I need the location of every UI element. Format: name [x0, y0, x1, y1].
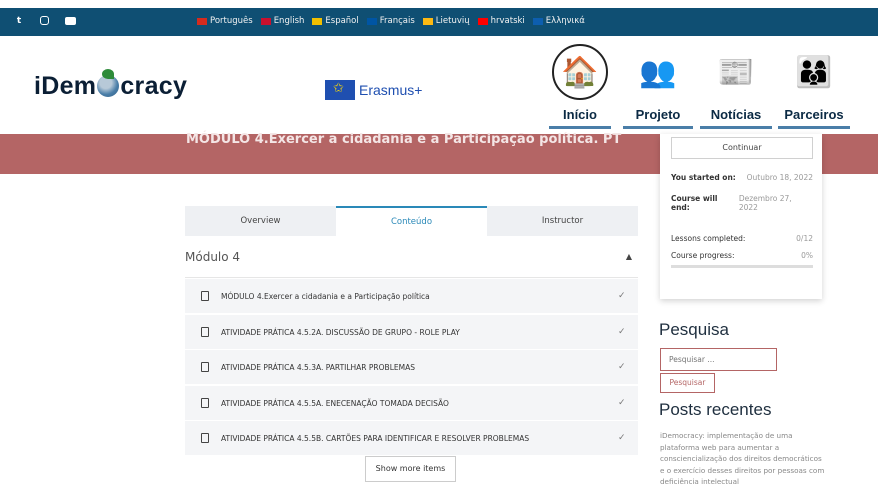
lesson-title: ATIVIDADE PRÁTICA 4.5.5B. CARTÕES PARA I…: [221, 433, 530, 443]
tab-instructor[interactable]: Instructor: [487, 206, 638, 236]
twitter-icon[interactable]: t: [14, 16, 24, 26]
logo-text-right: cracy: [120, 72, 188, 100]
lang-es[interactable]: Español: [312, 16, 359, 26]
caret-up-icon[interactable]: ▲: [626, 252, 632, 261]
nav-underline: [549, 126, 611, 129]
document-icon: [201, 398, 209, 408]
progress-bar: [671, 265, 813, 268]
lesson-item[interactable]: ATIVIDADE PRÁTICA 4.5.5B. CARTÕES PARA I…: [185, 421, 638, 456]
tab-conteudo[interactable]: Conteúdo: [336, 206, 487, 236]
partners-icon: 👨‍👩‍👦: [786, 44, 842, 100]
lang-pt[interactable]: Português: [197, 16, 253, 26]
progress-value: 0%: [801, 251, 813, 260]
nav-projeto[interactable]: 👥 Projeto: [623, 44, 693, 129]
check-icon: ✓: [618, 291, 626, 301]
document-icon: [201, 433, 209, 443]
nav-underline: [700, 126, 772, 129]
progress-label: Course progress:: [671, 251, 735, 260]
nav-inicio[interactable]: 🏠 Início: [549, 44, 611, 129]
started-row: You started on: Outubro 18, 2022: [671, 173, 813, 182]
team-meeting-icon: 👥: [630, 44, 686, 100]
tab-overview[interactable]: Overview: [185, 206, 336, 236]
lesson-item[interactable]: ATIVIDADE PRÁTICA 4.5.5A. ENECENAÇÃO TOM…: [185, 386, 638, 421]
document-icon: [201, 362, 209, 372]
end-label: Course will end:: [671, 194, 718, 212]
social-links: t: [14, 16, 76, 26]
check-icon: ✓: [618, 362, 626, 372]
newspaper-icon: 📰: [708, 44, 764, 100]
eu-flag-icon: [325, 80, 355, 100]
nav-parceiros[interactable]: 👨‍👩‍👦 Parceiros: [778, 44, 850, 129]
nav-underline: [778, 126, 850, 129]
lang-label: Ελληνικά: [545, 16, 585, 26]
module-header[interactable]: Módulo 4 ▲: [185, 236, 638, 278]
module-name: Módulo 4: [185, 249, 241, 264]
course-title: MÓDULO 4.Exercer a cidadania e a Partici…: [186, 132, 622, 147]
flag-icon: [477, 17, 488, 25]
lessons-value: 0/12: [796, 234, 813, 243]
recent-posts-heading: Posts recentes: [659, 400, 772, 419]
lang-el[interactable]: Ελληνικά: [532, 16, 585, 26]
lesson-item[interactable]: ATIVIDADE PRÁTICA 4.5.3A. PARTILHAR PROB…: [185, 350, 638, 385]
youtube-icon[interactable]: [65, 17, 76, 25]
started-label: You started on:: [671, 173, 736, 182]
lang-lt[interactable]: Lietuvių: [422, 16, 470, 26]
document-icon: [201, 291, 209, 301]
globe-icon: [97, 69, 120, 97]
document-icon: [201, 327, 209, 337]
end-value: Dezembro 27, 2022: [738, 194, 792, 212]
logo-text-left: iDem: [34, 72, 97, 100]
lang-hr[interactable]: hrvatski: [477, 16, 525, 26]
nav-label: Projeto: [635, 107, 681, 122]
lang-fr[interactable]: Français: [366, 16, 415, 26]
continue-button[interactable]: Continuar: [671, 137, 813, 159]
started-value: Outubro 18, 2022: [746, 173, 813, 182]
instagram-icon[interactable]: [40, 16, 49, 25]
end-row: Course will end: Dezembro 27, 2022: [671, 194, 813, 212]
lessons-label: Lessons completed:: [671, 234, 746, 243]
nav-noticias[interactable]: 📰 Notícias: [700, 44, 772, 129]
progress-row: Course progress: 0%: [671, 251, 813, 260]
flag-icon: [260, 17, 271, 25]
flag-icon: [422, 17, 433, 25]
lang-label: English: [273, 16, 305, 26]
flag-icon: [532, 17, 543, 25]
nav-underline: [623, 126, 693, 129]
check-icon: ✓: [618, 398, 626, 408]
flag-icon: [312, 17, 323, 25]
lang-en[interactable]: English: [260, 16, 305, 26]
nav-label: Início: [563, 107, 597, 122]
lesson-item[interactable]: ATIVIDADE PRÁTICA 4.5.2A. DISCUSSÃO DE G…: [185, 315, 638, 350]
nav-label: Parceiros: [784, 107, 844, 122]
search-button[interactable]: Pesquisar: [660, 373, 715, 393]
check-icon: ✓: [618, 433, 626, 443]
site-logo[interactable]: iDem cracy: [34, 69, 188, 101]
nav-label: Notícias: [710, 107, 762, 122]
flag-icon: [197, 17, 207, 25]
lessons-row: Lessons completed: 0/12: [671, 234, 813, 243]
house-icon: 🏠: [552, 44, 608, 100]
top-bar: t Português English Español Français Lie…: [0, 8, 878, 36]
lang-label: Français: [379, 16, 415, 26]
lesson-title: ATIVIDADE PRÁTICA 4.5.2A. DISCUSSÃO DE G…: [221, 327, 460, 337]
flag-icon: [366, 17, 377, 25]
lesson-title: MÓDULO 4.Exercer a cidadania e a Partici…: [221, 291, 430, 301]
recent-post-link[interactable]: iDemocracy: implementação de uma platafo…: [660, 430, 828, 488]
language-switcher: Português English Español Français Lietu…: [197, 16, 585, 26]
lang-label: Português: [210, 16, 253, 26]
search-input[interactable]: [660, 348, 777, 371]
lang-label: Lietuvių: [435, 16, 470, 26]
show-more-button[interactable]: Show more items: [365, 456, 456, 482]
course-status-card: Continuar You started on: Outubro 18, 20…: [660, 134, 822, 299]
search-heading: Pesquisa: [659, 320, 729, 339]
course-tabs: Overview Conteúdo Instructor: [185, 206, 638, 236]
lesson-item[interactable]: MÓDULO 4.Exercer a cidadania e a Partici…: [185, 279, 638, 314]
lang-label: hrvatski: [490, 16, 525, 26]
lesson-title: ATIVIDADE PRÁTICA 4.5.3A. PARTILHAR PROB…: [221, 362, 415, 372]
erasmus-logo: Erasmus+: [325, 80, 422, 100]
lesson-title: ATIVIDADE PRÁTICA 4.5.5A. ENECENAÇÃO TOM…: [221, 398, 449, 408]
check-icon: ✓: [618, 327, 626, 337]
erasmus-text: Erasmus+: [359, 82, 423, 98]
lang-label: Español: [325, 16, 359, 26]
